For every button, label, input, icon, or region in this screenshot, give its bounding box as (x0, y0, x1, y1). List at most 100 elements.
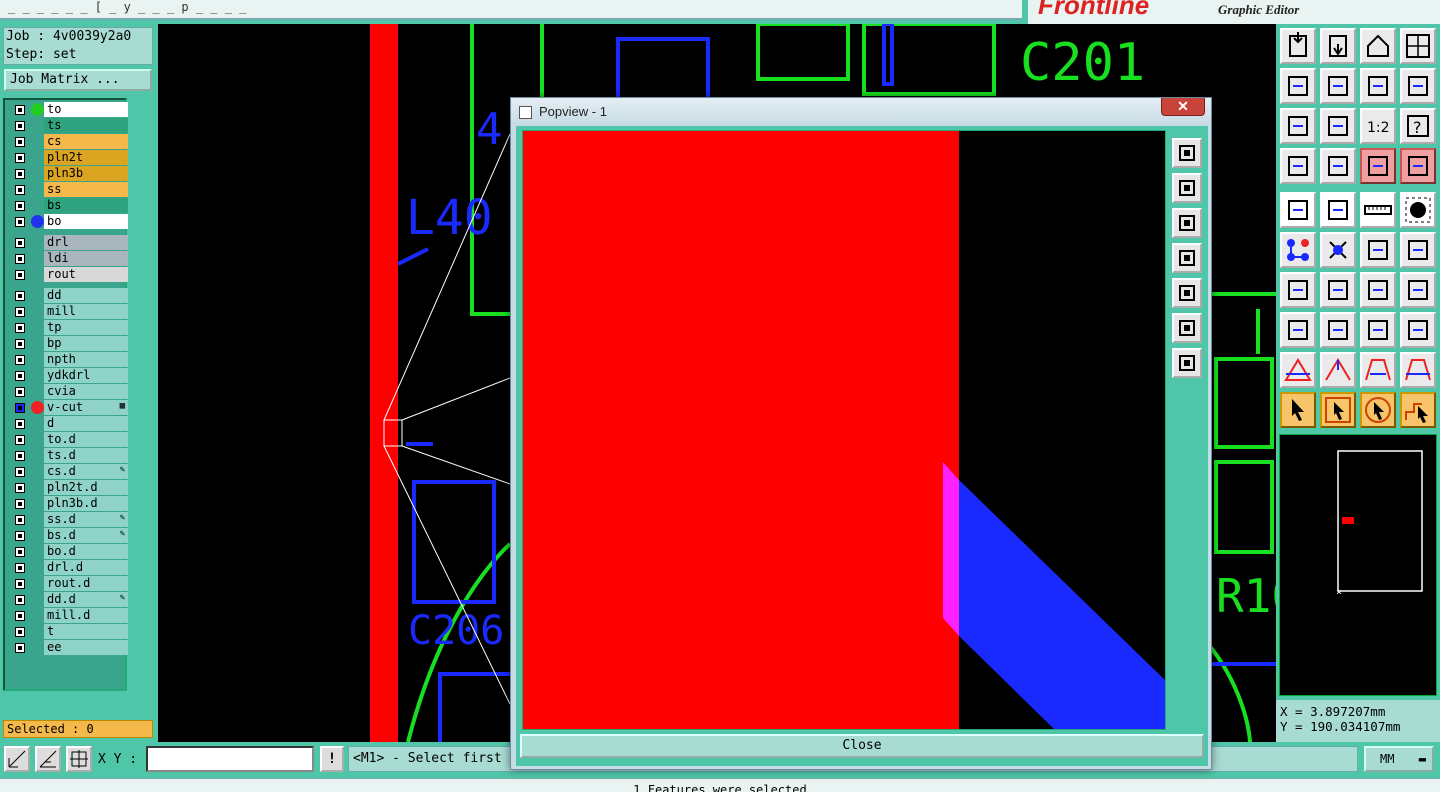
menu-strip[interactable]: _ _ _ _ _ _ [ _ y _ _ _ p _ _ _ _ (0, 0, 1022, 20)
alert-button[interactable]: ! (320, 746, 344, 772)
ruler-icon[interactable] (1360, 192, 1396, 228)
layer-checkbox[interactable] (15, 137, 25, 147)
connect-icon[interactable] (1280, 232, 1316, 268)
layer-checkbox[interactable] (15, 627, 25, 637)
layer-checkbox[interactable] (15, 105, 25, 115)
settings-icon[interactable] (1280, 148, 1316, 184)
layer-checkbox[interactable] (15, 467, 25, 477)
page-left-icon[interactable] (1172, 243, 1202, 273)
layer-checkbox[interactable] (15, 291, 25, 301)
pointer-stairs-icon[interactable] (1400, 392, 1436, 428)
layer-row-ldi[interactable]: ldi (8, 251, 128, 266)
layer-row-bo.d[interactable]: bo.d (8, 544, 128, 559)
layer-checkbox[interactable] (15, 307, 25, 317)
layer-checkbox[interactable] (15, 201, 25, 211)
save-icon[interactable] (1320, 28, 1356, 64)
layer-checkbox[interactable] (15, 451, 25, 461)
layer-row-v-cut[interactable]: v-cut ▦ (8, 400, 128, 415)
layer-row-bs[interactable]: bs (8, 198, 128, 213)
split-icon[interactable] (1320, 312, 1356, 348)
layer-checkbox[interactable] (15, 563, 25, 573)
layer-row-mill[interactable]: mill (8, 304, 128, 319)
layer-row-ydkdrl[interactable]: ydkdrl (8, 368, 128, 383)
layer-row-cvia[interactable]: cvia (8, 384, 128, 399)
open-icon[interactable] (1280, 28, 1316, 64)
layer-row-pln2t[interactable]: pln2t (8, 150, 128, 165)
layer-row-cs.d[interactable]: cs.d ✎ (8, 464, 128, 479)
layer-checkbox[interactable] (15, 579, 25, 589)
layer-checkbox[interactable] (15, 595, 25, 605)
layer-checkbox[interactable] (15, 217, 25, 227)
export-icon[interactable] (1320, 68, 1356, 104)
layer-checkbox[interactable] (15, 323, 25, 333)
overview-map[interactable]: × (1279, 434, 1437, 696)
close-button[interactable]: Close (520, 734, 1204, 758)
pointer-box-icon[interactable] (1320, 392, 1356, 428)
layer-checkbox[interactable] (15, 185, 25, 195)
measure-pin-icon[interactable] (1320, 148, 1356, 184)
layer-checkbox[interactable] (15, 419, 25, 429)
fit-icon[interactable] (1280, 108, 1316, 144)
layer-checkbox[interactable] (15, 403, 25, 413)
layer-row-drl.d[interactable]: drl.d (8, 560, 128, 575)
scale-icon[interactable]: 1:2 (1360, 108, 1396, 144)
layer-checkbox[interactable] (15, 254, 25, 264)
angle-icon[interactable] (1280, 272, 1316, 308)
flip-icon[interactable] (1400, 272, 1436, 308)
pointer-icon[interactable] (1280, 392, 1316, 428)
triangle-up-icon[interactable] (1320, 352, 1356, 388)
layer-row-pln3b[interactable]: pln3b (8, 166, 128, 181)
page-down-icon[interactable] (1172, 208, 1202, 238)
cross-icon[interactable] (1320, 232, 1356, 268)
layer-row-t[interactable]: t (8, 624, 128, 639)
layer-row-drl[interactable]: drl (8, 235, 128, 250)
layer-row-bs.d[interactable]: bs.d ✎ (8, 528, 128, 543)
layer-row-ss[interactable]: ss (8, 182, 128, 197)
layer-checkbox[interactable] (15, 238, 25, 248)
layer-checkbox[interactable] (15, 611, 25, 621)
layer-checkbox[interactable] (15, 270, 25, 280)
home-icon[interactable] (1360, 28, 1396, 64)
net-icon[interactable] (1360, 148, 1396, 184)
job-matrix-button[interactable]: Job Matrix ... (4, 69, 152, 91)
layer-row-ee[interactable]: ee (8, 640, 128, 655)
layer-row-rout[interactable]: rout (8, 267, 128, 282)
layer-checkbox[interactable] (15, 499, 25, 509)
window-icon[interactable] (1400, 28, 1436, 64)
edit-line-icon[interactable] (1320, 272, 1356, 308)
arch2-icon[interactable] (1400, 352, 1436, 388)
xy-input[interactable] (146, 746, 314, 772)
layer-checkbox[interactable] (15, 169, 25, 179)
select-diagonal-icon[interactable] (1320, 192, 1356, 228)
layer-checkbox[interactable] (15, 339, 25, 349)
arch-icon[interactable] (1360, 352, 1396, 388)
popview-canvas[interactable] (522, 130, 1166, 730)
net-red-icon[interactable] (1400, 148, 1436, 184)
layer-checkbox[interactable] (15, 355, 25, 365)
layer-checkbox[interactable] (15, 387, 25, 397)
arrow-node-icon[interactable] (1360, 232, 1396, 268)
layer-row-mill.d[interactable]: mill.d (8, 608, 128, 623)
layer-row-dd[interactable]: dd (8, 288, 128, 303)
rotate-icon[interactable] (1360, 272, 1396, 308)
layer-row-npth[interactable]: npth (8, 352, 128, 367)
triangle-icon[interactable] (1280, 352, 1316, 388)
layer-row-ts.d[interactable]: ts.d (8, 448, 128, 463)
layer-row-to[interactable]: to (8, 102, 128, 117)
zoom-all-icon[interactable] (1172, 348, 1202, 378)
shapes-icon[interactable] (1400, 312, 1436, 348)
layer-row-tp[interactable]: tp (8, 320, 128, 335)
layer-row-cs[interactable]: cs (8, 134, 128, 149)
fit-icon[interactable] (1172, 313, 1202, 343)
layer-checkbox[interactable] (15, 515, 25, 525)
layer-checkbox[interactable] (15, 483, 25, 493)
layer-row-to.d[interactable]: to.d (8, 432, 128, 447)
swap-icon[interactable] (1360, 68, 1396, 104)
import-icon[interactable] (1280, 68, 1316, 104)
layer-checkbox[interactable] (15, 371, 25, 381)
help-icon[interactable]: ? (1400, 108, 1436, 144)
layer-row-dd.d[interactable]: dd.d ✎ (8, 592, 128, 607)
grid-mode-icon[interactable] (66, 746, 92, 772)
popview-title[interactable]: Popview - 1 (511, 98, 1211, 126)
snap-icon[interactable] (1280, 192, 1316, 228)
